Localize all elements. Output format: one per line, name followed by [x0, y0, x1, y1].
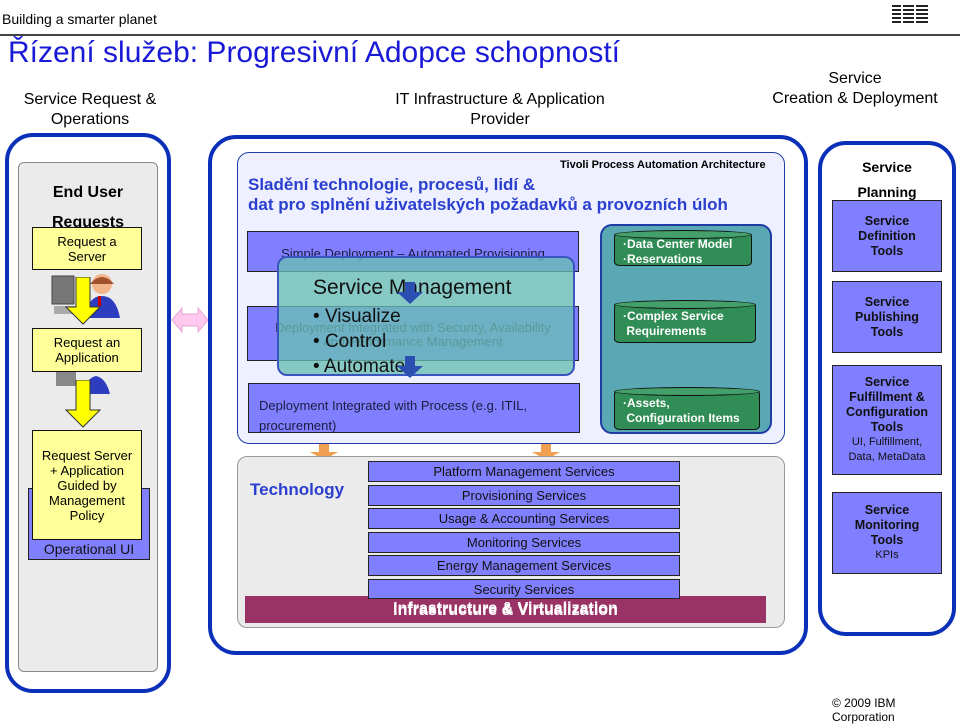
box-line: Request an	[53, 335, 121, 350]
tool-line: Service	[864, 294, 910, 309]
tool-line: Service	[864, 375, 910, 389]
service-planning-heading: Service Planning	[818, 155, 956, 205]
store-line: ·Data Center Model	[623, 237, 733, 251]
store-line: Configuration Items	[626, 411, 740, 425]
service-management-bullets: • Visualize • Control • Automate	[313, 304, 405, 379]
operational-ui-label: Operational UI	[43, 541, 135, 557]
column-heading-it-infrastructure: IT Infrastructure & Application Provider	[360, 90, 640, 130]
tool-line: Fulfillment &	[849, 390, 925, 404]
data-store-assets: ·Assets, Configuration Items	[614, 387, 760, 430]
tool-line: Tools	[870, 324, 904, 339]
tool-line: Service	[864, 503, 910, 517]
page-title: Řízení služeb: Progresivní Adopce schopn…	[8, 36, 621, 69]
service-layer: Provisioning Services	[368, 485, 680, 506]
infrastructure-label: Infrastructure & Virtualization	[393, 602, 618, 619]
box-line: + Application	[49, 462, 125, 478]
request-application-box: Request an Application	[32, 328, 142, 372]
alignment-headline: Sladění technologie, procesů, lidí & dat…	[248, 175, 728, 215]
policy-request-box: Request Server + Application Guided by M…	[32, 430, 142, 540]
service-fulfillment-tools: Service Fulfillment & Configuration Tool…	[832, 365, 942, 475]
tool-line: Tools	[870, 533, 904, 547]
deploy-line: procurement)	[259, 418, 337, 433]
copyright: © 2009 IBM Corporation	[832, 696, 896, 724]
tool-line: Service	[864, 213, 910, 228]
column-heading-service-creation: Service Creation & Deployment	[760, 69, 950, 109]
store-line: ·Complex Service	[623, 309, 724, 323]
architecture-label: Tivoli Process Automation Architecture	[560, 159, 766, 171]
box-line: Server	[67, 248, 107, 264]
arrow-down-icon	[65, 380, 101, 428]
tool-subtitle: UI, Fulfillment, Data, MetaData	[848, 436, 926, 463]
bullet-visualize: • Visualize	[313, 306, 401, 327]
store-line: Requirements	[626, 324, 707, 338]
service-layer: Monitoring Services	[368, 532, 680, 553]
box-line: Request a	[57, 233, 117, 249]
tagline: Building a smarter planet	[2, 11, 157, 27]
bullet-control: • Control	[313, 331, 387, 352]
service-monitoring-tools: Service Monitoring Tools KPIs	[832, 492, 942, 574]
tool-subtitle: KPIs	[875, 549, 899, 561]
ibm-logo	[892, 3, 928, 27]
headline-line: Sladění technologie, procesů, lidí &	[248, 175, 536, 194]
heading-line: IT Infrastructure & Application	[395, 91, 605, 108]
arrow-down-icon	[65, 277, 101, 325]
data-store-data-center-model: ·Data Center Model ·Reservations	[614, 230, 752, 266]
service-layer: Security Services	[368, 579, 680, 599]
heading-line: Creation & Deployment	[772, 90, 938, 107]
service-layer: Energy Management Services	[368, 555, 680, 576]
tool-line: Tools	[870, 243, 904, 258]
box-line: Management Policy	[49, 492, 125, 523]
integrated-process-bar: Deployment Integrated with Process (e.g.…	[248, 383, 580, 433]
heading-line: End User	[52, 184, 124, 201]
box-line: Guided by	[57, 477, 117, 493]
arrow-down-icon	[397, 282, 423, 304]
headline-line: dat pro splnění uživatelských požadavků …	[248, 195, 728, 214]
tool-line: Publishing	[855, 309, 919, 324]
column-heading-service-request: Service Request & Operations	[10, 90, 170, 130]
store-line: ·Assets,	[623, 396, 670, 410]
store-line: ·Reservations	[623, 252, 703, 266]
heading-line: Service	[862, 159, 912, 175]
service-publishing-tools: Service Publishing Tools	[832, 281, 942, 353]
service-definition-tools: Service Definition Tools	[832, 200, 942, 272]
service-layer: Platform Management Services	[368, 461, 680, 482]
tool-line: Configuration	[846, 405, 928, 419]
heading-line: Service Request &	[23, 91, 157, 108]
bullet-automate: • Automate	[313, 356, 406, 377]
box-line: Request Server	[41, 447, 133, 463]
service-layer: Usage & Accounting Services	[368, 508, 680, 529]
arrow-down-icon	[397, 356, 423, 378]
deploy-line: Deployment Integrated with Process (e.g.…	[259, 398, 528, 413]
request-server-box: Request a Server	[32, 227, 142, 270]
bidirectional-arrow-icon	[171, 306, 209, 334]
box-line: Application	[55, 350, 119, 365]
heading-line: Provider	[470, 111, 530, 128]
tool-line: Monitoring	[854, 518, 920, 532]
technology-label: Technology	[250, 480, 345, 499]
tool-line: Definition	[858, 228, 916, 243]
heading-line: Operations	[50, 111, 130, 128]
service-management-overlay: Service Management • Visualize • Control…	[277, 256, 575, 379]
heading-line: Service	[828, 70, 882, 87]
data-store-complex-requirements: ·Complex Service Requirements	[614, 300, 756, 343]
tool-line: Tools	[870, 420, 904, 434]
